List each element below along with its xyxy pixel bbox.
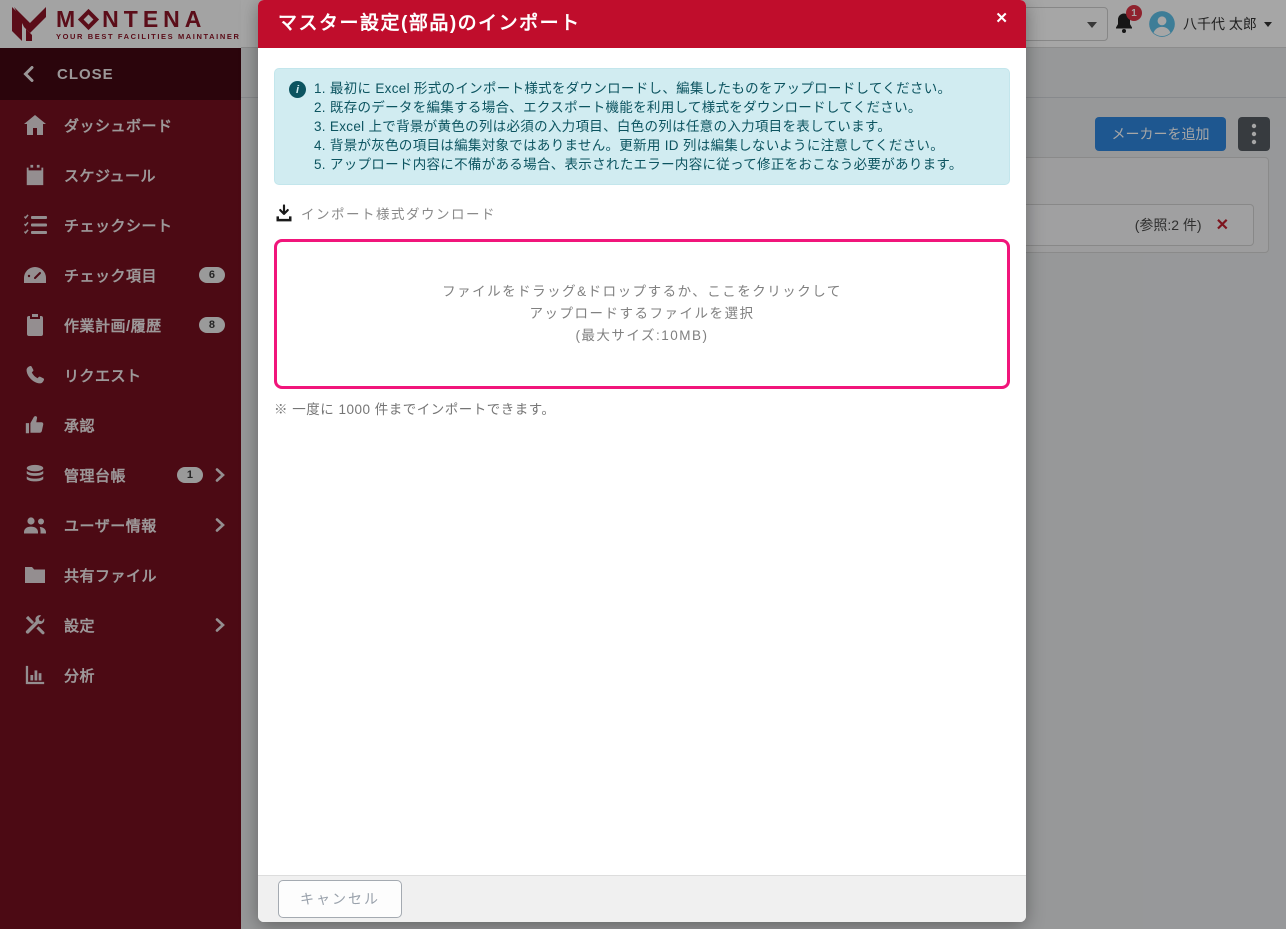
download-icon (276, 204, 292, 222)
info-icon: i (289, 81, 306, 98)
cancel-button[interactable]: キャンセル (278, 880, 402, 918)
import-limit-note: ※ 一度に 1000 件までインポートできます。 (274, 402, 556, 417)
modal-header: マスター設定(部品)のインポート ✕ (258, 0, 1026, 48)
modal-title: マスター設定(部品)のインポート (278, 13, 581, 34)
dropzone-text: ファイルをドラッグ&ドロップするか、ここをクリックして (442, 284, 842, 299)
import-instructions-alert: i 1. 最初に Excel 形式のインポート様式をダウンロードし、編集したもの… (274, 68, 1010, 185)
instruction-line: 2. 既存のデータを編集する場合、エクスポート機能を利用して様式をダウンロードし… (314, 100, 922, 115)
modal-footer: キャンセル (258, 875, 1026, 922)
instruction-line: 5. アップロード内容に不備がある場合、表示されたエラー内容に従って修正をおこな… (314, 157, 963, 172)
download-link-label: インポート様式ダウンロード (301, 207, 496, 222)
instruction-line: 3. Excel 上で背景が黄色の列は必須の入力項目、白色の列は任意の入力項目を… (314, 119, 892, 134)
file-dropzone[interactable]: ファイルをドラッグ&ドロップするか、ここをクリックして アップロードするファイル… (274, 239, 1010, 389)
import-modal: マスター設定(部品)のインポート ✕ i 1. 最初に Excel 形式のインポ… (258, 0, 1026, 922)
dropzone-text: (最大サイズ:10MB) (575, 328, 709, 343)
close-icon[interactable]: ✕ (995, 10, 1008, 28)
instruction-line: 1. 最初に Excel 形式のインポート様式をダウンロードし、編集したものをア… (314, 81, 952, 96)
download-template-link[interactable]: インポート様式ダウンロード (274, 203, 1010, 223)
modal-body: i 1. 最初に Excel 形式のインポート様式をダウンロードし、編集したもの… (258, 48, 1026, 875)
instruction-line: 4. 背景が灰色の項目は編集対象ではありません。更新用 ID 列は編集しないよう… (314, 138, 945, 153)
dropzone-text: アップロードするファイルを選択 (529, 306, 755, 321)
